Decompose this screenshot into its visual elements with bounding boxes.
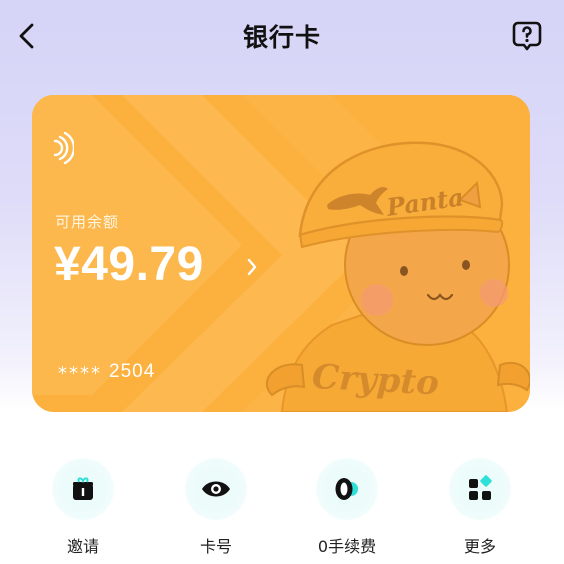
balance-label: 可用余额: [55, 213, 120, 231]
action-icon-bg: [449, 458, 511, 520]
eye-icon: [202, 481, 230, 497]
action-zero-fee[interactable]: 0手续费: [299, 455, 395, 556]
action-invite[interactable]: 邀请: [35, 455, 131, 556]
action-icon-bg: [52, 458, 114, 520]
action-card-number[interactable]: 卡号: [168, 455, 264, 556]
contactless-icon: [53, 131, 74, 165]
gift-icon: [73, 477, 93, 500]
quick-actions: 邀请 卡号 0手续费 更多: [0, 455, 564, 556]
action-icon-bg: [185, 458, 247, 520]
help-button[interactable]: [512, 20, 542, 52]
action-icon-bg: [316, 458, 378, 520]
action-label: 0手续费: [317, 537, 377, 556]
action-label: 更多: [463, 537, 496, 556]
shirt-text: Crypto: [311, 357, 440, 404]
zero-fee-icon: [335, 478, 358, 500]
chevron-right-icon[interactable]: [246, 257, 258, 277]
action-label: 邀请: [66, 537, 99, 556]
grid-icon: [469, 475, 492, 500]
help-icon: [512, 21, 542, 51]
top-bar: 银行卡: [0, 0, 564, 72]
card-number-mask: ****: [58, 363, 102, 384]
bank-card[interactable]: Panta Crypto 可用余额 ¥49.79 **** 2504: [32, 95, 530, 412]
page-title: 银行卡: [242, 23, 321, 52]
card-last-four: 2504: [109, 361, 156, 382]
balance-amount: ¥49.79: [54, 238, 204, 291]
action-more[interactable]: 更多: [432, 455, 528, 556]
action-label: 卡号: [199, 537, 232, 556]
